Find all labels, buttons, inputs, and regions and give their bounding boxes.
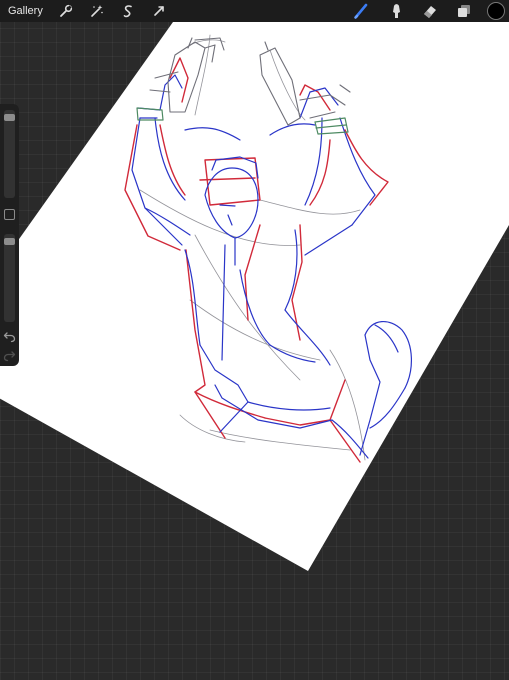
magic-wand-icon[interactable] xyxy=(88,2,106,20)
toolbar-left-group: Gallery xyxy=(0,2,181,20)
drawing-canvas[interactable] xyxy=(0,0,509,680)
undo-button[interactable] xyxy=(3,330,16,343)
brush-icon[interactable] xyxy=(351,2,373,20)
opacity-slider[interactable] xyxy=(4,234,15,322)
toolbar-right-group xyxy=(339,2,509,20)
eraser-icon[interactable] xyxy=(419,2,441,20)
layers-icon[interactable] xyxy=(453,2,475,20)
brush-size-slider[interactable] xyxy=(4,110,15,198)
gallery-button[interactable]: Gallery xyxy=(8,5,43,17)
top-toolbar: Gallery xyxy=(0,0,509,22)
wrench-icon[interactable] xyxy=(57,2,75,20)
modify-button[interactable] xyxy=(4,209,15,220)
opacity-handle[interactable] xyxy=(4,238,15,245)
redo-button[interactable] xyxy=(3,349,16,362)
left-sidebar xyxy=(0,104,19,366)
canvas-paper[interactable] xyxy=(0,22,509,571)
selection-icon[interactable] xyxy=(119,2,137,20)
transform-icon[interactable] xyxy=(150,2,168,20)
color-swatch[interactable] xyxy=(487,2,505,20)
smudge-icon[interactable] xyxy=(385,2,407,20)
brush-size-handle[interactable] xyxy=(4,114,15,121)
